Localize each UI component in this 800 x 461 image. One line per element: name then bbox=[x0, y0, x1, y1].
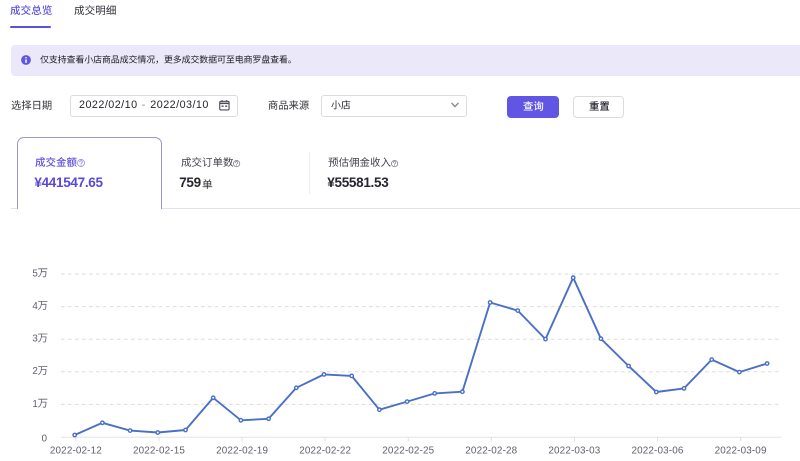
svg-text:2022-03-03: 2022-03-03 bbox=[548, 445, 600, 456]
svg-text:2022-02-28: 2022-02-28 bbox=[465, 445, 517, 456]
svg-text:2022-02-15: 2022-02-15 bbox=[133, 445, 185, 456]
svg-text:2022-03-06: 2022-03-06 bbox=[631, 445, 683, 456]
svg-text:2022-02-25: 2022-02-25 bbox=[382, 445, 434, 456]
svg-text:2022-02-22: 2022-02-22 bbox=[299, 445, 351, 456]
svg-text:0: 0 bbox=[41, 433, 47, 444]
svg-text:2: 2 bbox=[32, 366, 37, 377]
svg-text:3: 3 bbox=[32, 334, 38, 345]
svg-text:5: 5 bbox=[32, 268, 38, 279]
svg-text:1: 1 bbox=[32, 399, 37, 410]
svg-text:2022-03-09: 2022-03-09 bbox=[715, 445, 767, 456]
svg-text:2022-02-19: 2022-02-19 bbox=[216, 445, 268, 456]
svg-text:2022-02-12: 2022-02-12 bbox=[50, 445, 102, 456]
svg-text:4: 4 bbox=[32, 301, 38, 312]
